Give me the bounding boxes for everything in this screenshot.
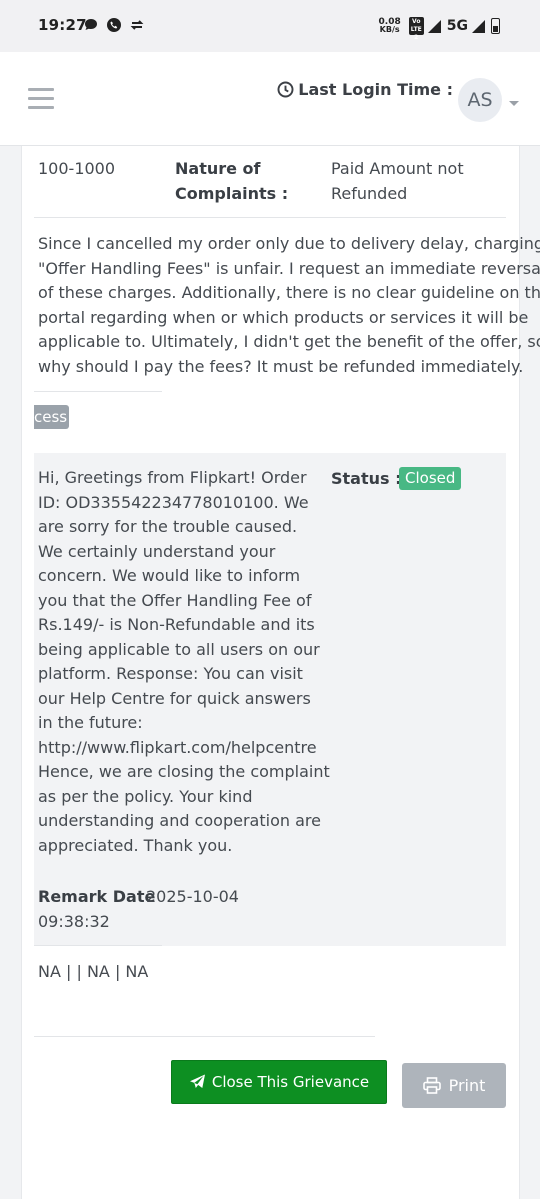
- volte-icon: Vo LTE 2: [408, 17, 424, 41]
- print-label: Print: [448, 1076, 486, 1095]
- remark-date-value: 2025-10-04: [146, 887, 239, 906]
- description-line: Since I cancelled my order only due to d…: [38, 234, 540, 253]
- status-time: 19:27: [38, 16, 87, 34]
- remark-line: Hi, Greetings from Flipkart! Order: [38, 468, 307, 487]
- remark-line: in the future:: [38, 713, 143, 732]
- divider: [34, 1036, 375, 1037]
- divider: [34, 945, 162, 946]
- last-login-label: Last Login Time :: [298, 80, 453, 99]
- clock-icon: [277, 81, 294, 98]
- printer-icon: [422, 1077, 441, 1094]
- close-grievance-button[interactable]: Close This Grievance: [171, 1060, 387, 1104]
- remark-line: being applicable to all users on our: [38, 639, 320, 659]
- status-label: Status :: [331, 469, 402, 488]
- remark-date-label: Remark Date: [38, 887, 156, 906]
- signal-icon-2: [472, 19, 485, 33]
- network-speed-unit: KB/s: [379, 25, 400, 34]
- remark-line: you that the Offer Handling Fee of: [38, 590, 312, 610]
- chevron-down-icon[interactable]: [509, 101, 519, 106]
- menu-icon[interactable]: [28, 88, 54, 110]
- paper-plane-icon: [189, 1074, 205, 1088]
- remark-line: our Help Centre for quick answers: [38, 688, 311, 708]
- remark-line: platform. Response: You can visit: [38, 664, 303, 683]
- last-login: Last Login Time :: [277, 80, 453, 99]
- system-status-bar: 19:27 0.08 KB/s Vo LTE 2 5G: [0, 0, 540, 52]
- remark-line: understanding and cooperation are: [38, 811, 321, 830]
- sync-icon: [130, 20, 144, 30]
- remark-line: http://www.flipkart.com/helpcentre: [38, 737, 317, 757]
- remark-line: We certainly understand your: [38, 541, 276, 561]
- description-line: portal regarding when or which products …: [38, 307, 529, 327]
- additional-info: NA | | NA | NA: [38, 962, 149, 981]
- nature-label-line1: Nature of: [175, 159, 261, 178]
- remark-line: Rs.149/- is Non-Refundable and its: [38, 615, 315, 634]
- remark-line: concern. We would like to inform: [38, 566, 301, 585]
- description-line: why should I pay the fees? It must be re…: [38, 356, 524, 376]
- avatar[interactable]: AS: [458, 78, 502, 122]
- divider: [34, 217, 506, 218]
- remark-line: Hence, we are closing the complaint: [38, 762, 330, 781]
- description-line: applicable to. Ultimately, I didn't get …: [38, 332, 540, 351]
- status-right-group: 0.08 KB/s Vo LTE 2 5G: [379, 14, 500, 41]
- battery-icon: [491, 18, 500, 34]
- network-type: 5G: [446, 18, 468, 34]
- amount-range: 100-1000: [38, 159, 116, 178]
- remark-line: are sorry for the trouble caused.: [38, 517, 298, 536]
- status-badge: Closed: [399, 467, 462, 490]
- remark-line: ID: OD335542234778010100. We: [38, 492, 309, 512]
- description-line: "Offer Handling Fees" is unfair. I reque…: [38, 258, 540, 278]
- nature-value-line2: Refunded: [331, 184, 408, 203]
- remark-line: as per the policy. Your kind: [38, 786, 253, 806]
- stage-badge: cess: [34, 405, 69, 429]
- signal-icon: [427, 19, 441, 33]
- nature-label-line2: Complaints :: [175, 184, 289, 203]
- call-icon: [107, 18, 121, 32]
- network-speed: 0.08 KB/s: [379, 18, 401, 34]
- remark-line: appreciated. Thank you.: [38, 835, 233, 855]
- close-grievance-label: Close This Grievance: [211, 1073, 370, 1091]
- remark-time-value: 09:38:32: [38, 911, 110, 931]
- description-line: of these charges. Additionally, there is…: [38, 283, 540, 302]
- print-button[interactable]: Print: [402, 1063, 506, 1108]
- divider: [34, 391, 162, 392]
- chat-bubble-icon: [85, 19, 97, 30]
- nature-value-line1: Paid Amount not: [331, 159, 464, 178]
